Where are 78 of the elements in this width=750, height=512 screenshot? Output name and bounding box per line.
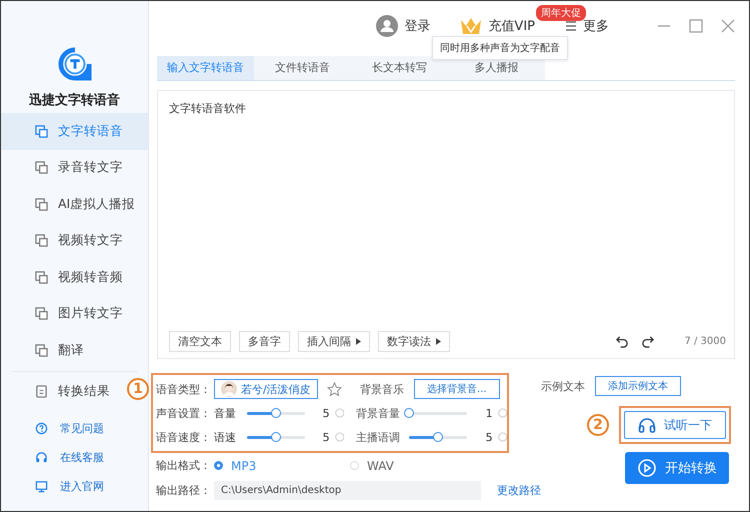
slider-thumb[interactable] xyxy=(433,432,444,442)
sidebar-item[interactable]: 视频转文字 xyxy=(1,222,148,259)
slider-label: 语速 xyxy=(214,430,237,444)
sidebar-item[interactable]: 图片转文字 xyxy=(1,296,148,332)
vip-button[interactable]: 充值VIP xyxy=(460,17,535,35)
slider-label: 主播语调 xyxy=(356,430,402,444)
star-icon[interactable] xyxy=(327,382,342,396)
path-field[interactable]: C:\Users\Admin\desktop xyxy=(214,481,481,500)
slider-value: 5 xyxy=(484,430,493,444)
squares-icon xyxy=(35,344,48,357)
triangle-icon xyxy=(436,338,441,345)
tool-button[interactable]: 插入间隔 xyxy=(298,331,370,352)
tooltip: 同时用多种声音为文字配音 xyxy=(432,36,568,60)
squares-icon xyxy=(35,198,48,211)
setting-label: 声音设置： xyxy=(156,406,212,420)
sidebar-link[interactable]: 进入官网 xyxy=(35,478,148,495)
voice-button[interactable]: 若兮/活泼俏皮 xyxy=(214,379,318,399)
output-path-label: 输出路径： xyxy=(156,483,212,498)
annotation-number: 2 xyxy=(587,414,609,436)
app-title: 迅捷文字转语音 xyxy=(29,92,120,109)
tab[interactable]: 文件转语音 xyxy=(254,56,351,80)
help-icon xyxy=(35,422,48,435)
add-sample-button[interactable]: 添加示例文本 xyxy=(595,376,681,396)
output-format-label: 输出格式： xyxy=(156,458,212,473)
undo-icon[interactable] xyxy=(616,335,630,348)
avatar-icon xyxy=(221,381,237,397)
sidebar-item[interactable]: 转换结果 xyxy=(35,374,110,410)
slider-thumb[interactable] xyxy=(404,408,414,418)
logo-icon xyxy=(58,47,92,81)
text-editor[interactable]: 文字转语音软件 清空文本 多音字 插入间隔 数字读法 7 / 3000 xyxy=(157,90,735,359)
monitor-icon xyxy=(35,480,48,493)
change-path-link[interactable]: 更改路径 xyxy=(497,483,541,498)
document-icon xyxy=(35,385,48,398)
slider-thumb[interactable] xyxy=(270,408,280,418)
reset-icon[interactable] xyxy=(498,432,508,442)
sidebar-item[interactable]: 录音转文字 xyxy=(1,150,148,186)
squares-icon xyxy=(35,161,48,174)
triangle-icon xyxy=(356,338,361,345)
squares-icon xyxy=(35,234,48,248)
sidebar-item[interactable]: 翻译 xyxy=(1,332,148,368)
slider-value: 5 xyxy=(322,406,330,420)
character-counter: 7 / 3000 xyxy=(684,336,726,347)
setting-label: 语音速度： xyxy=(156,430,212,444)
squares-icon xyxy=(35,124,48,138)
crown-icon xyxy=(460,17,482,35)
slider-label: 音量 xyxy=(214,406,237,420)
squares-icon xyxy=(35,270,48,284)
headphones-icon xyxy=(638,417,656,433)
slider-label: 背景音量 xyxy=(356,406,402,420)
tool-button[interactable]: 清空文本 xyxy=(169,331,231,352)
sidebar-item[interactable]: AI虚拟人播报 xyxy=(1,186,148,222)
menu-icon xyxy=(565,20,577,32)
squares-icon xyxy=(35,307,48,320)
headset-icon xyxy=(35,451,48,464)
start-button[interactable]: 开始转换 xyxy=(625,452,729,484)
slider-thumb[interactable] xyxy=(270,432,280,442)
sidebar-link[interactable]: 常见问题 xyxy=(35,420,148,437)
play-icon xyxy=(637,458,657,478)
reset-icon[interactable] xyxy=(498,408,508,418)
login-button[interactable]: 登录 xyxy=(376,15,430,37)
tool-button[interactable]: 多音字 xyxy=(239,331,290,352)
background-music-label: 背景音乐 xyxy=(360,382,404,396)
editor-text: 文字转语音软件 xyxy=(169,101,247,116)
user-icon xyxy=(376,15,398,37)
sidebar-item[interactable]: 视频转音频 xyxy=(1,259,148,296)
slider-value: 5 xyxy=(322,430,330,444)
format-radio[interactable]: WAV xyxy=(350,458,486,472)
background-music-button[interactable]: 选择背景音... xyxy=(414,379,500,399)
promo-badge: 周年大促 xyxy=(536,5,586,21)
maximize-icon[interactable] xyxy=(689,19,703,33)
preview-button[interactable]: 试听一下 xyxy=(624,411,726,439)
slider-value: 1 xyxy=(484,406,493,420)
sidebar-link[interactable]: 在线客服 xyxy=(35,449,148,466)
close-icon[interactable] xyxy=(721,19,735,33)
sample-text-label: 示例文本 xyxy=(541,378,585,394)
tool-button[interactable]: 数字读法 xyxy=(378,331,450,352)
voice-type-label: 语音类型： xyxy=(156,382,212,396)
redo-icon[interactable] xyxy=(641,335,654,348)
